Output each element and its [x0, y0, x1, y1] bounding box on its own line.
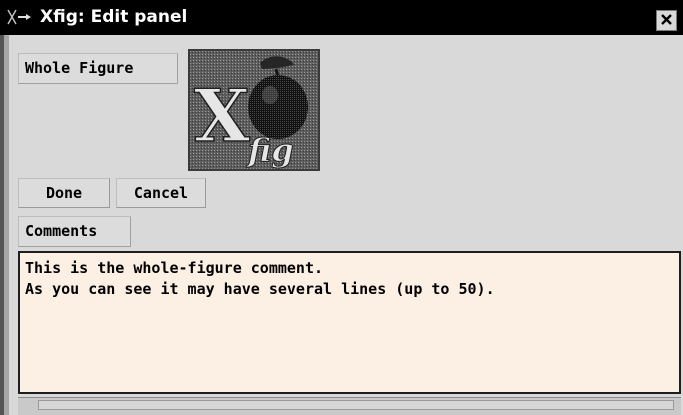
close-icon [660, 11, 673, 30]
xfig-logo-image: X fig [188, 49, 320, 171]
window-frame-edge [0, 35, 9, 415]
window-title: Xfig: Edit panel [40, 7, 188, 27]
xfig-logo-icon[interactable] [6, 7, 36, 27]
close-button[interactable] [656, 10, 677, 31]
comment-line: This is the whole-figure comment. [25, 259, 324, 277]
scrollbar-thumb[interactable] [38, 400, 674, 410]
comment-line: As you can see it may have several lines… [25, 280, 495, 298]
horizontal-scrollbar[interactable] [18, 397, 681, 415]
logo-letter-x: X [194, 73, 250, 158]
done-button[interactable]: Done [18, 178, 110, 208]
object-type-label: Whole Figure [18, 53, 178, 84]
comments-label: Comments [18, 216, 131, 247]
title-bar[interactable]: Xfig: Edit panel [0, 0, 683, 35]
edit-panel-window: Xfig: Edit panel Whole Figure X fig Done… [0, 0, 683, 415]
logo-word-fig: fig [246, 131, 294, 169]
cancel-button[interactable]: Cancel [116, 178, 206, 208]
comments-textarea[interactable]: This is the whole-figure comment. As you … [18, 251, 681, 394]
